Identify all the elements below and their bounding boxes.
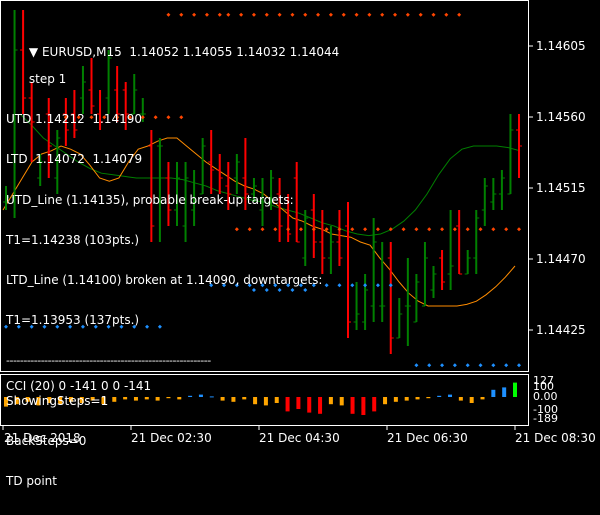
- cci-bar: [339, 397, 344, 406]
- cci-bar: [480, 397, 485, 400]
- chart-window: 1.14605 1.14560 1.14515 1.14470 1.14425 …: [0, 0, 600, 488]
- separator-line: ----------------------------------------…: [6, 354, 211, 368]
- cci-bar: [404, 397, 409, 401]
- step-line: step 1: [6, 72, 339, 87]
- time-label: 21 Dec 08:30: [515, 431, 596, 445]
- cci-level-label: -189: [533, 412, 558, 425]
- info-line: UTD_Line (1.14135), probable break-up ta…: [6, 192, 294, 207]
- indicator-info-panel: ▼ EURUSD,M15 1.14052 1.14055 1.14032 1.1…: [6, 6, 339, 515]
- cci-bar: [426, 397, 431, 399]
- cci-bar: [458, 397, 463, 401]
- cci-bar: [361, 397, 366, 415]
- time-label: 21 Dec 06:30: [387, 431, 468, 445]
- cci-bar: [502, 387, 507, 397]
- cci-bar: [350, 397, 355, 414]
- cci-level-label: 0.00: [533, 390, 558, 403]
- info-line: UTD 1.14212 1.14190: [6, 112, 143, 127]
- symbol-line: ▼ EURUSD,M15 1.14052 1.14055 1.14032 1.1…: [6, 33, 339, 59]
- cci-bar: [513, 382, 517, 397]
- cci-bar: [372, 397, 377, 412]
- info-line: LTD 1.14072 1.14079: [6, 152, 143, 167]
- info-line: ShowingSteps=1: [6, 393, 109, 408]
- info-line: LTD_Line (1.14100) broken at 1.14090, do…: [6, 273, 323, 288]
- price-label: 1.14605: [536, 39, 586, 53]
- price-axis: 1.14605 1.14560 1.14515 1.14470 1.14425: [529, 39, 586, 337]
- price-label: 1.14515: [536, 181, 586, 195]
- price-label: 1.14470: [536, 252, 586, 266]
- price-label: 1.14560: [536, 110, 586, 124]
- cci-title: CCI (20) 0 -141 0 0 -141: [6, 379, 152, 393]
- cci-bar: [393, 397, 398, 402]
- cci-bar: [437, 395, 442, 397]
- cci-bar: [448, 394, 453, 397]
- info-line: T1=1.13953 (137pts.): [6, 313, 140, 328]
- cci-bar: [491, 389, 496, 397]
- cci-bar: [383, 397, 388, 405]
- info-line: BackSteps=0: [6, 433, 87, 448]
- price-label: 1.14425: [536, 323, 586, 337]
- cci-bar: [469, 397, 474, 403]
- step-label: step 1: [28, 72, 67, 87]
- chart-menu-icon[interactable]: ▼: [29, 45, 38, 59]
- info-line: T1=1.14238 (103pts.): [6, 232, 140, 247]
- symbol-quote: EURUSD,M15 1.14052 1.14055 1.14032 1.140…: [41, 45, 340, 60]
- info-line: TD point: [6, 474, 57, 489]
- cci-axis: 127 100 0.00 -100 -189: [533, 374, 558, 425]
- cci-bar: [415, 397, 420, 400]
